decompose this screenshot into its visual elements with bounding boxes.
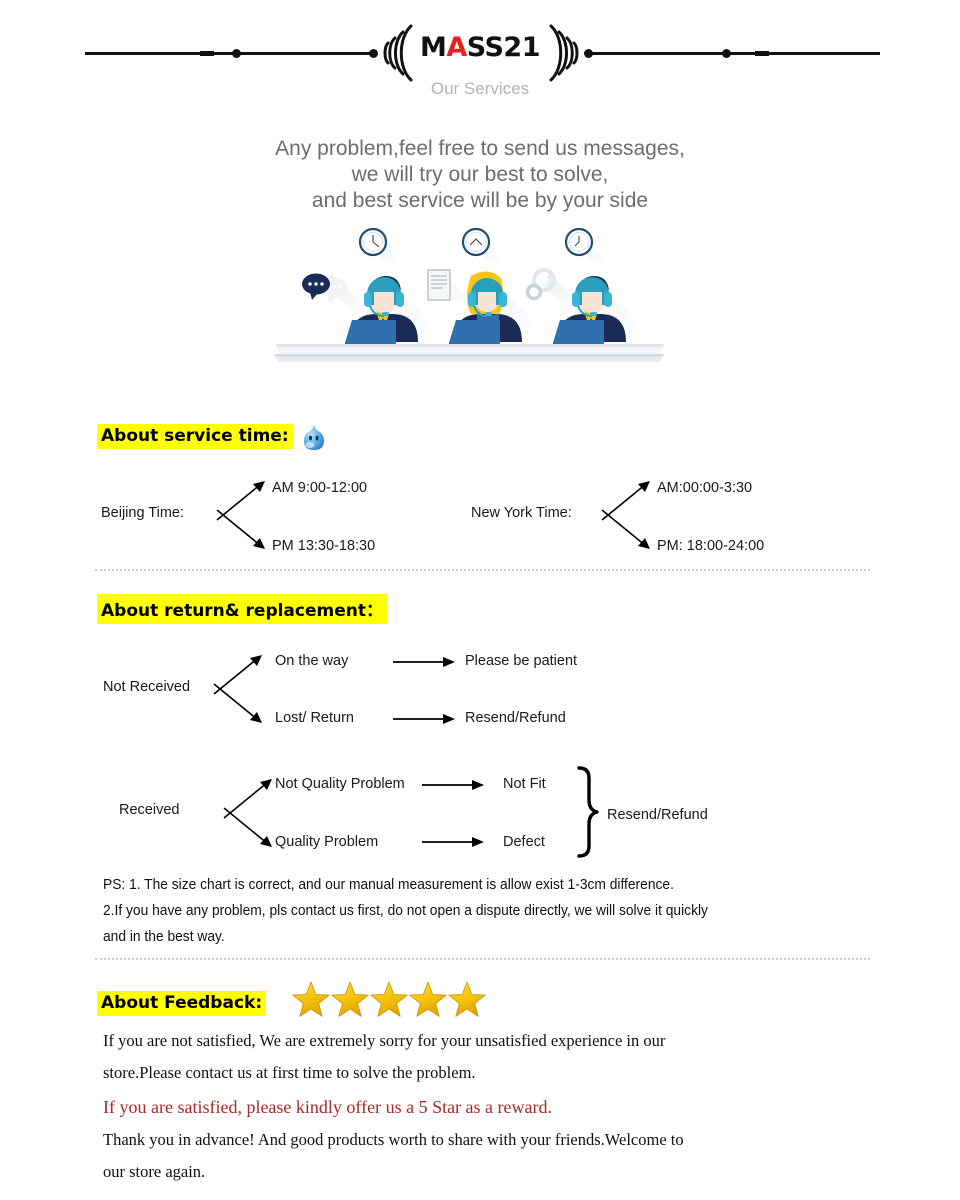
divider-1 (95, 569, 870, 571)
ps-line-3: and in the best way. (103, 928, 225, 945)
wall-clock-1-icon (358, 227, 400, 268)
star-icon (331, 981, 369, 1017)
customer-service-illustration (272, 224, 668, 364)
star-rating (291, 981, 487, 1021)
intro-line-2: we will try our best to solve, (351, 163, 609, 186)
chat-bubble-icon (302, 273, 364, 314)
agent-3 (550, 276, 640, 350)
intro-message: Any problem,feel free to send us message… (0, 136, 960, 214)
desk-counter (274, 344, 664, 362)
intro-line-1: Any problem,feel free to send us message… (275, 137, 685, 160)
feedback-line-4: Thank you in advance! And good products … (103, 1130, 684, 1149)
flow-received-branch-1: Not Quality Problem (275, 776, 405, 792)
ps-line-2: 2.If you have any problem, pls contact u… (103, 902, 708, 919)
newyork-branch-arrows (601, 481, 650, 549)
wall-clock-2-icon (461, 227, 503, 268)
flow-not-received-result-1: Please be patient (465, 653, 578, 669)
arrow-received-2 (422, 837, 484, 847)
header-subtitle: Our Services (430, 79, 530, 98)
brand-logo-part-2: SS21 (466, 32, 541, 63)
flow-received-result-1: Not Fit (503, 776, 546, 792)
beijing-time-label: Beijing Time: (101, 505, 185, 521)
flow-not-received-branch-2: Lost/ Return (275, 710, 354, 726)
flow-not-received-root: Not Received (103, 679, 191, 695)
blue-blob-emoji-icon (301, 423, 327, 452)
section-heading-return-replacement: About return& replacement： (97, 594, 387, 624)
newyork-time-am: AM:00:00-3:30 (657, 480, 753, 496)
section-heading-service-time: About service time: (97, 424, 293, 449)
divider-2 (95, 958, 870, 960)
not-received-branch-arrows (213, 655, 262, 723)
arrow-not-received-2 (393, 714, 455, 724)
agent-1 (342, 276, 432, 350)
intro-line-3: and best service will be by your side (311, 189, 649, 212)
feedback-line-red: If you are satisfied, please kindly offe… (103, 1097, 553, 1117)
document-icon (427, 269, 468, 306)
agent-2 (446, 271, 536, 350)
brand-logo-part-red: A (446, 32, 467, 63)
brand-logo-part-1: M (419, 32, 447, 63)
wall-clock-3-icon (564, 227, 606, 268)
received-branch-arrows (223, 779, 272, 847)
section-heading-feedback: About Feedback: (97, 991, 267, 1016)
flow-received-brace-result: Resend/Refund (607, 807, 708, 823)
feedback-line-2: store.Please contact us at first time to… (103, 1063, 476, 1082)
newyork-time-label: New York Time: (471, 505, 572, 521)
feedback-line-1: If you are not satisfied, We are extreme… (103, 1031, 666, 1050)
flow-not-received-result-2: Resend/Refund (465, 710, 566, 726)
beijing-time-pm: PM 13:30-18:30 (272, 538, 376, 554)
star-icon (409, 981, 447, 1017)
star-icon (292, 981, 330, 1017)
arrow-received-1 (422, 780, 484, 790)
gears-icon (525, 268, 578, 310)
beijing-time-am: AM 9:00-12:00 (272, 480, 368, 496)
beijing-branch-arrows (216, 481, 265, 549)
flow-not-received-branch-1: On the way (275, 653, 349, 669)
ps-line-1: PS: 1. The size chart is correct, and ou… (103, 876, 674, 893)
newyork-time-pm: PM: 18:00-24:00 (657, 538, 765, 554)
brand-logo: MASS21 (0, 34, 960, 61)
curly-brace-icon (577, 766, 599, 858)
page-header: MASS21 Our Services (0, 0, 960, 118)
flow-received-result-2: Defect (503, 834, 545, 850)
star-icon (448, 981, 486, 1017)
star-icon (370, 981, 408, 1017)
arrow-not-received-1 (393, 657, 455, 667)
flow-received-root: Received (119, 802, 180, 818)
flow-received-branch-2: Quality Problem (275, 834, 379, 850)
feedback-line-5: our store again. (103, 1162, 206, 1181)
